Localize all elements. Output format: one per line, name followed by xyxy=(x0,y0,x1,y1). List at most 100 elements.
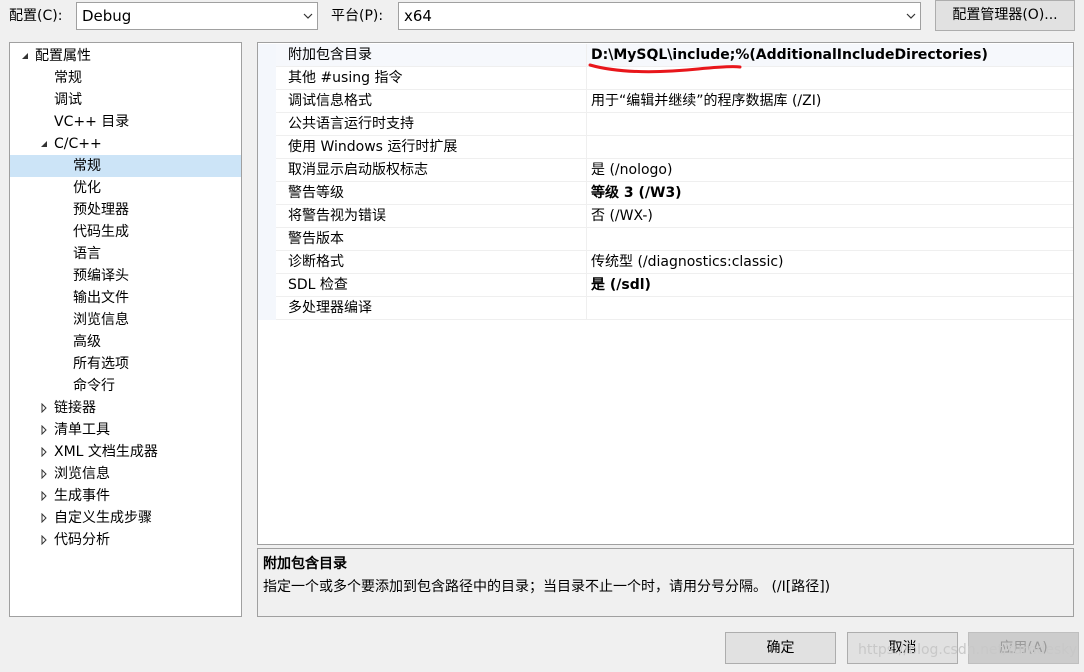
tree-item[interactable]: 配置属性 xyxy=(10,45,241,67)
tree-item-label: 常规 xyxy=(73,158,101,174)
property-value[interactable] xyxy=(588,113,1073,136)
tree-item-label: 链接器 xyxy=(54,400,96,416)
property-row[interactable]: 诊断格式 传统型 (/diagnostics:classic) xyxy=(258,251,1073,274)
tree-item-label: 自定义生成步骤 xyxy=(54,510,152,526)
property-row[interactable]: SDL 检查是 (/sdl) xyxy=(258,274,1073,297)
tree-item[interactable]: 常规 xyxy=(10,67,241,89)
property-value[interactable] xyxy=(588,297,1073,320)
config-dropdown[interactable]: Debug xyxy=(76,2,318,30)
tree-item[interactable]: 预处理器 xyxy=(10,199,241,221)
config-manager-button[interactable]: 配置管理器(O)... xyxy=(935,0,1075,31)
row-gutter xyxy=(258,159,276,182)
tree-item-label: 代码分析 xyxy=(54,532,110,548)
triangle-expanded-icon[interactable] xyxy=(39,139,49,149)
tree-item[interactable]: 清单工具 xyxy=(10,419,241,441)
tree-item[interactable]: 代码生成 xyxy=(10,221,241,243)
property-row[interactable]: 使用 Windows 运行时扩展 xyxy=(258,136,1073,159)
triangle-collapsed-icon[interactable] xyxy=(39,513,49,523)
tree-item[interactable]: 语言 xyxy=(10,243,241,265)
row-gutter xyxy=(258,205,276,228)
property-value[interactable]: 传统型 (/diagnostics:classic) xyxy=(588,251,1073,274)
triangle-collapsed-icon[interactable] xyxy=(39,425,49,435)
property-name: 将警告视为错误 xyxy=(276,205,587,228)
property-row[interactable]: 将警告视为错误否 (/WX-) xyxy=(258,205,1073,228)
property-value[interactable]: 是 (/sdl) xyxy=(588,274,1073,297)
tree-item[interactable]: 所有选项 xyxy=(10,353,241,375)
tree-item-label: VC++ 目录 xyxy=(54,114,130,130)
property-row[interactable]: 调试信息格式 用于“编辑并继续”的程序数据库 (/ZI) xyxy=(258,90,1073,113)
tree-item[interactable]: 常规 xyxy=(10,155,241,177)
property-name: 警告版本 xyxy=(276,228,587,251)
tree-item-label: 代码生成 xyxy=(73,224,129,240)
property-name: SDL 检查 xyxy=(276,274,587,297)
property-name: 使用 Windows 运行时扩展 xyxy=(276,136,587,159)
tree-item[interactable]: 代码分析 xyxy=(10,529,241,551)
tree-item[interactable]: XML 文档生成器 xyxy=(10,441,241,463)
watermark: https://blog.csdn.net/turndesky xyxy=(858,642,1078,658)
tree-item[interactable]: 生成事件 xyxy=(10,485,241,507)
tree-item[interactable]: 自定义生成步骤 xyxy=(10,507,241,529)
red-underline-annotation xyxy=(588,63,742,74)
triangle-collapsed-icon[interactable] xyxy=(39,491,49,501)
tree-item-label: 清单工具 xyxy=(54,422,110,438)
row-gutter xyxy=(258,228,276,251)
tree-item-label: 浏览信息 xyxy=(54,466,110,482)
property-row[interactable]: 多处理器编译 xyxy=(258,297,1073,320)
row-gutter xyxy=(258,182,276,205)
property-value[interactable] xyxy=(588,136,1073,159)
tree-item[interactable]: VC++ 目录 xyxy=(10,111,241,133)
triangle-collapsed-icon[interactable] xyxy=(39,403,49,413)
tree-item-label: 所有选项 xyxy=(73,356,129,372)
triangle-collapsed-icon[interactable] xyxy=(39,535,49,545)
tree-item-label: 高级 xyxy=(73,334,101,350)
property-name: 警告等级 xyxy=(276,182,587,205)
row-gutter xyxy=(258,297,276,320)
tree-item[interactable]: 浏览信息 xyxy=(10,463,241,485)
ok-button[interactable]: 确定 xyxy=(725,632,836,664)
property-name: 取消显示启动版权标志 xyxy=(276,159,587,182)
tree-item-label: 浏览信息 xyxy=(73,312,129,328)
property-row[interactable]: 警告等级 等级 3 (/W3) xyxy=(258,182,1073,205)
triangle-expanded-icon[interactable] xyxy=(20,51,30,61)
triangle-collapsed-icon[interactable] xyxy=(39,447,49,457)
property-name: 其他 #using 指令 xyxy=(276,67,587,90)
property-grid[interactable]: 附加包含目录 D:\MySQL\include;%(AdditionalInclu… xyxy=(257,42,1074,545)
tree-item-label: 预处理器 xyxy=(73,202,129,218)
tree-item[interactable]: 预编译头 xyxy=(10,265,241,287)
tree-item[interactable]: 输出文件 xyxy=(10,287,241,309)
tree-item[interactable]: 高级 xyxy=(10,331,241,353)
row-gutter xyxy=(258,113,276,136)
property-tree[interactable]: 配置属性 常规 调试 VC++ 目录 C/C++ 常规 优化 预处理器 代码生成 语言 预编译头 输出… xyxy=(9,42,242,617)
property-value[interactable]: 是 (/nologo) xyxy=(588,159,1073,182)
row-gutter xyxy=(258,90,276,113)
property-value[interactable]: 否 (/WX-) xyxy=(588,205,1073,228)
property-value[interactable] xyxy=(588,228,1073,251)
property-name: 公共语言运行时支持 xyxy=(276,113,587,136)
description-text: 指定一个或多个要添加到包含路径中的目录；当目录不止一个时，请用分号分隔。 (/I… xyxy=(263,579,831,595)
tree-item[interactable]: C/C++ xyxy=(10,133,241,155)
property-name: 多处理器编译 xyxy=(276,297,587,320)
tree-item[interactable]: 调试 xyxy=(10,89,241,111)
description-title: 附加包含目录 xyxy=(263,556,347,572)
property-name: 附加包含目录 xyxy=(276,44,587,67)
tree-item-label: XML 文档生成器 xyxy=(54,444,158,460)
property-name: 诊断格式 xyxy=(276,251,587,274)
tree-item[interactable]: 链接器 xyxy=(10,397,241,419)
triangle-collapsed-icon[interactable] xyxy=(39,469,49,479)
row-gutter xyxy=(258,44,276,67)
tree-item[interactable]: 命令行 xyxy=(10,375,241,397)
tree-item-label: 命令行 xyxy=(73,378,115,394)
property-value[interactable]: 用于“编辑并继续”的程序数据库 (/ZI) xyxy=(588,90,1073,113)
description-panel: 附加包含目录 指定一个或多个要添加到包含路径中的目录；当目录不止一个时，请用分号… xyxy=(257,548,1074,617)
platform-label: 平台(P): xyxy=(331,8,384,24)
property-row[interactable]: 警告版本 xyxy=(258,228,1073,251)
row-gutter xyxy=(258,274,276,297)
tree-item[interactable]: 浏览信息 xyxy=(10,309,241,331)
row-gutter xyxy=(258,251,276,274)
tree-item-label: 配置属性 xyxy=(35,48,91,64)
property-row[interactable]: 公共语言运行时支持 xyxy=(258,113,1073,136)
property-row[interactable]: 取消显示启动版权标志是 (/nologo) xyxy=(258,159,1073,182)
tree-item[interactable]: 优化 xyxy=(10,177,241,199)
property-value[interactable]: 等级 3 (/W3) xyxy=(588,182,1073,205)
platform-dropdown[interactable]: x64 xyxy=(398,2,921,30)
